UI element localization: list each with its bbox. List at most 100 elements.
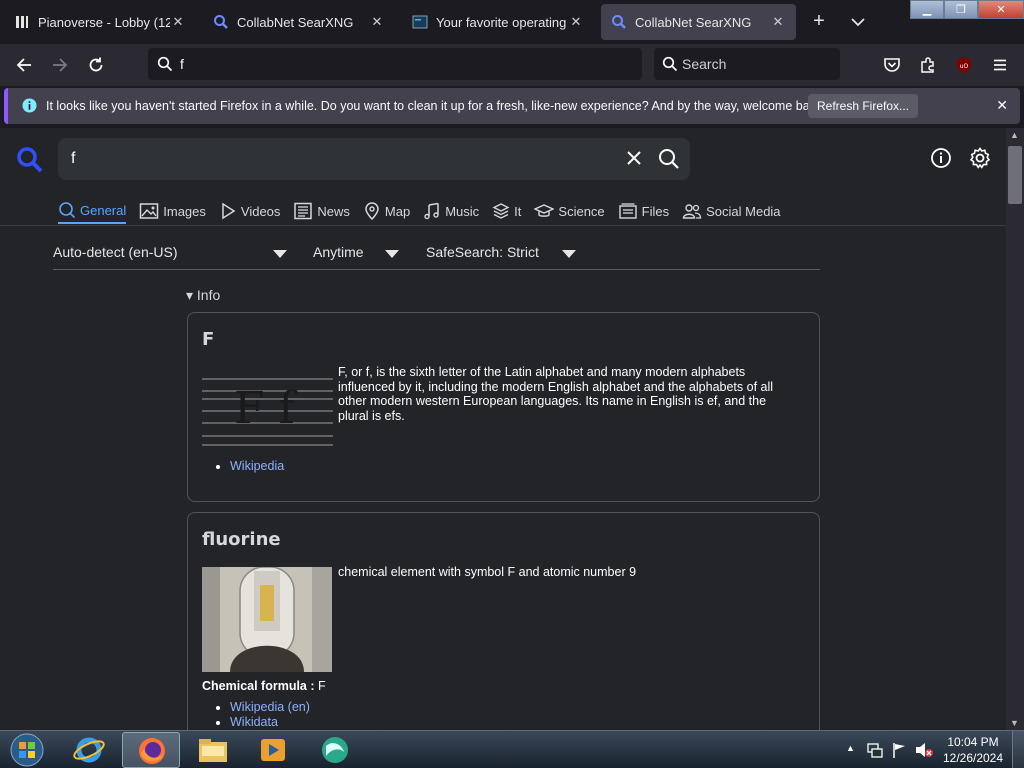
window-close-button[interactable]: ✕ (978, 0, 1024, 19)
pocket-icon (884, 58, 900, 72)
tab-label: News (317, 203, 350, 219)
about-info-icon[interactable] (930, 147, 952, 169)
tab-general[interactable]: General (58, 198, 127, 224)
tab-searxng-1[interactable]: CollabNet SearXNG ✕ (203, 4, 395, 40)
divider (0, 225, 1006, 226)
start-button-icon[interactable] (8, 733, 46, 767)
ublock-icon: uO (957, 57, 971, 73)
chevron-down-icon[interactable] (385, 250, 399, 258)
tab-close-icon[interactable]: ✕ (568, 14, 584, 30)
time-range-select[interactable]: Anytime (313, 244, 364, 260)
tab-close-icon[interactable]: ✕ (770, 14, 786, 30)
search-icon (157, 56, 173, 72)
chevron-down-icon[interactable] (273, 250, 287, 258)
extensions-button[interactable] (916, 53, 940, 77)
wikidata-link[interactable]: Wikidata (230, 715, 278, 729)
safesearch-select[interactable]: SafeSearch: Strict (426, 244, 539, 260)
tab-videos[interactable]: Videos (219, 198, 281, 224)
tab-label: Social Media (706, 203, 781, 219)
pocket-button[interactable] (880, 53, 904, 77)
infobox-title: fluorine (202, 529, 281, 550)
media-player-icon[interactable] (258, 734, 288, 766)
tab-close-icon[interactable]: ✕ (369, 14, 385, 30)
refresh-firefox-button[interactable]: Refresh Firefox... (808, 94, 918, 118)
tab-map[interactable]: Map (363, 198, 410, 224)
tab-title: CollabNet SearXNG (635, 14, 752, 30)
chevron-down-icon[interactable] (849, 12, 867, 32)
ublock-button[interactable]: uO (952, 53, 976, 77)
tab-os[interactable]: Your favorite operating sys ✕ (402, 4, 594, 40)
folder-icon[interactable] (196, 734, 230, 766)
clock-date: 12/26/2024 (942, 751, 1004, 765)
back-button[interactable] (12, 53, 36, 77)
clock[interactable]: 10:04 PM 12/26/2024 (940, 734, 1006, 766)
tab-searxng-active[interactable]: CollabNet SearXNG ✕ (601, 4, 796, 40)
search-input[interactable]: f (58, 138, 690, 180)
formula-label: Chemical formula : (202, 679, 315, 693)
tab-news[interactable]: News (293, 198, 350, 224)
tab-it[interactable]: It (492, 198, 521, 224)
firefox-taskbar-button[interactable] (122, 732, 180, 768)
wikipedia-link[interactable]: Wikipedia (en) (230, 700, 310, 714)
url-bar[interactable]: f (148, 48, 642, 80)
tab-label: Files (641, 203, 670, 219)
list-item: Wikidata (230, 715, 310, 730)
tab-social-media[interactable]: Social Media (682, 198, 781, 224)
infobox-title: F (202, 329, 215, 350)
reload-button[interactable] (84, 53, 108, 77)
close-icon[interactable]: ✕ (996, 97, 1008, 114)
tab-label: Music (445, 203, 480, 219)
chevron-down-icon[interactable] (562, 250, 576, 258)
terminal-favicon-icon (412, 15, 428, 29)
tab-pianoverse[interactable]: Pianoverse - Lobby (12) ✕ (4, 4, 196, 40)
scroll-down-icon[interactable]: ▼ (1010, 718, 1019, 728)
app-globe-icon[interactable] (318, 734, 352, 766)
files-icon (618, 203, 637, 219)
tab-title: Pianoverse - Lobby (12) (38, 14, 170, 30)
wikipedia-link[interactable]: Wikipedia (230, 459, 284, 473)
page-scrollbar[interactable]: ▲ ▼ (1006, 128, 1024, 730)
infobox-description: F, or f, is the sixth letter of the Lati… (338, 365, 774, 423)
show-hidden-icons-icon[interactable]: ▲ (846, 743, 855, 753)
category-tabs: General Images Videos News Map Music It … (58, 198, 794, 228)
flag-icon[interactable] (890, 741, 908, 759)
formula-value: F (318, 679, 326, 693)
search-filters: Auto-detect (en-US) Anytime SafeSearch: … (53, 240, 820, 270)
tab-label: General (80, 202, 127, 218)
minimize-button[interactable]: ▁ (910, 0, 944, 19)
scroll-up-icon[interactable]: ▲ (1010, 130, 1019, 140)
graduation-icon (534, 204, 555, 217)
search-icon (59, 202, 76, 219)
network-icon[interactable] (866, 741, 884, 759)
tab-label: Science (558, 203, 605, 219)
clear-icon[interactable] (624, 148, 644, 168)
tab-science[interactable]: Science (534, 198, 605, 224)
tab-close-icon[interactable]: ✕ (170, 14, 186, 30)
tab-images[interactable]: Images (139, 198, 206, 224)
list-item: Wikipedia (230, 459, 284, 474)
tab-label: Videos (240, 203, 281, 219)
screen: Pianoverse - Lobby (12) ✕ CollabNet Sear… (0, 0, 1024, 768)
window-controls: ▁ ❐ ✕ (910, 0, 1024, 20)
search-icon[interactable] (658, 148, 680, 170)
internet-explorer-icon[interactable] (72, 734, 106, 766)
searxng-page: f General Images Videos News Map Music I… (0, 128, 1006, 730)
restore-button[interactable]: ❐ (944, 0, 978, 19)
layers-icon (492, 203, 510, 219)
language-select[interactable]: Auto-detect (en-US) (53, 244, 178, 260)
volume-muted-icon[interactable] (914, 741, 934, 759)
new-tab-button[interactable]: + (808, 10, 830, 34)
chemical-formula-row: Chemical formula : F (202, 679, 326, 693)
browser-search-box[interactable]: Search (654, 48, 840, 80)
show-desktop-button[interactable] (1012, 731, 1024, 768)
gear-icon[interactable] (968, 146, 992, 170)
info-toggle[interactable]: ▾ Info (186, 287, 220, 304)
tab-label: Images (163, 203, 206, 219)
menu-button[interactable] (988, 53, 1012, 77)
forward-button[interactable] (48, 53, 72, 77)
tab-label: Map (384, 203, 411, 219)
tab-files[interactable]: Files (618, 198, 669, 224)
scrollbar-thumb[interactable] (1008, 146, 1022, 204)
searxng-logo-icon[interactable] (16, 146, 44, 174)
tab-music[interactable]: Music (423, 198, 479, 224)
